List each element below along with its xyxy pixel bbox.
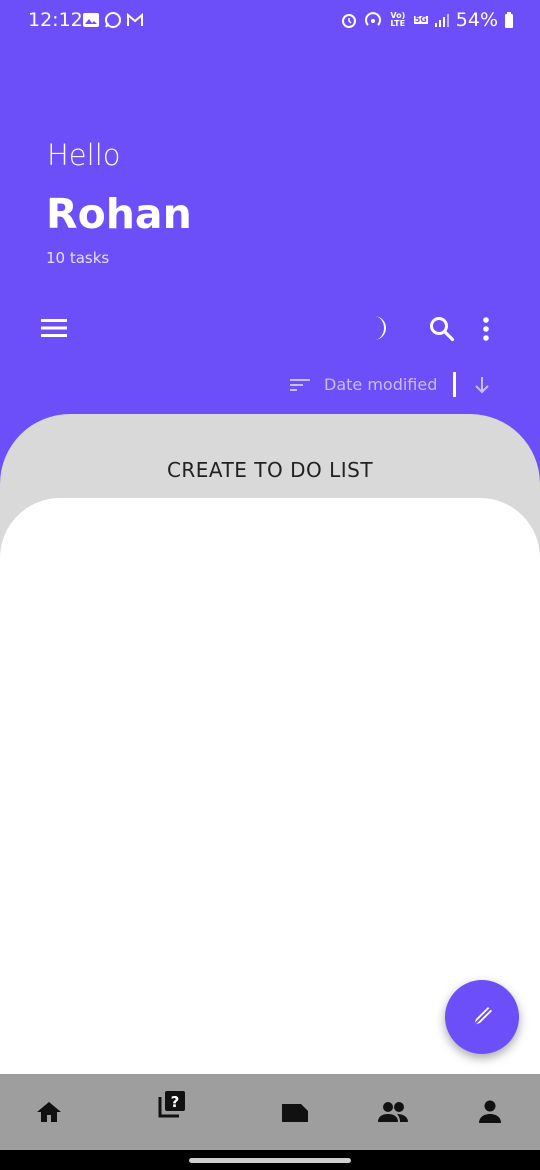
nav-groups[interactable] [373, 1092, 413, 1132]
status-right: Vo) LTE 5G 54% [340, 9, 514, 31]
user-name: Rohan [46, 190, 192, 238]
search-icon[interactable] [429, 316, 455, 342]
system-nav-bar [0, 1150, 540, 1170]
home-icon [37, 1102, 61, 1122]
gmail-icon [127, 12, 143, 26]
moon-icon[interactable] [370, 314, 392, 342]
notification-icons [82, 11, 144, 29]
add-task-button[interactable] [445, 980, 519, 1054]
svg-text:?: ? [171, 1093, 180, 1111]
status-time: 12:12 [28, 9, 83, 31]
nav-home[interactable] [29, 1092, 69, 1132]
edit-icon [471, 1006, 493, 1028]
hotspot-icon [364, 12, 381, 26]
battery-percent: 54% [455, 9, 498, 31]
gallery-icon [83, 13, 99, 27]
sort-label[interactable]: Date modified [324, 375, 437, 394]
nav-questions[interactable]: ? [152, 1084, 192, 1124]
question-icon: ? [158, 1091, 185, 1118]
network-indicator: 5G [413, 15, 428, 24]
alarm-icon [341, 14, 356, 28]
label-icon [282, 1104, 308, 1122]
person-icon [479, 1100, 501, 1123]
arrow-down-icon[interactable] [473, 375, 491, 395]
more-vert-icon[interactable] [482, 317, 490, 341]
bottom-nav: ? [0, 1074, 540, 1150]
battery-icon [505, 12, 513, 28]
home-gesture-handle[interactable] [189, 1158, 351, 1163]
sort-control[interactable]: Date modified [290, 372, 491, 397]
volte-indicator: Vo) LTE [390, 11, 406, 28]
nav-notes[interactable] [275, 1092, 315, 1132]
list-title: CREATE TO DO LIST [166, 458, 374, 482]
sort-icon [290, 378, 310, 391]
menu-icon[interactable] [41, 318, 67, 338]
whatsapp-icon [105, 12, 121, 28]
sort-divider [453, 372, 457, 397]
greeting-hello: Hello [47, 138, 121, 172]
signal-icon [434, 14, 449, 27]
header: 12:12 Vo) LTE 5G 54% Hello Rohan 10 task… [0, 0, 540, 470]
nav-profile[interactable] [470, 1092, 510, 1132]
status-bar: 12:12 Vo) LTE 5G 54% [0, 0, 540, 40]
group-icon [378, 1102, 408, 1122]
task-count: 10 tasks [46, 249, 110, 267]
